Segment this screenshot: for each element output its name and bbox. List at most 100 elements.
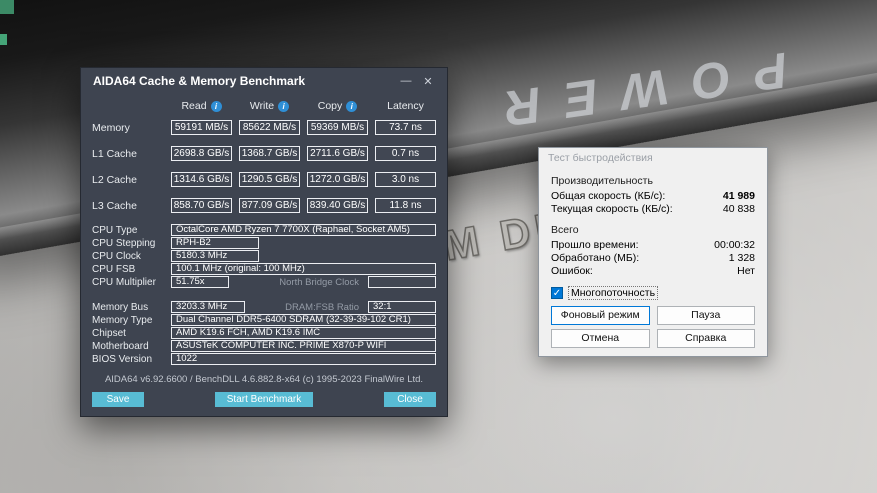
cpu-type-value: OctalCore AMD Ryzen 7 7700X (Raphael, So… xyxy=(171,224,436,236)
row-label: L2 Cache xyxy=(92,174,164,186)
info-row-motherboard: Motherboard ASUSTeK COMPUTER INC. PRIME … xyxy=(92,340,436,352)
cpu-clock-value: 5180.3 MHz xyxy=(171,250,259,262)
stat-label: Общая скорость (КБ/с): xyxy=(551,190,665,202)
checkbox-checked-icon[interactable]: ✓ xyxy=(551,287,563,299)
save-button[interactable]: Save xyxy=(92,392,144,407)
corner-accent-square-icon xyxy=(0,0,14,14)
info-row-chipset: Chipset AMD K19.6 FCH, AMD K19.6 IMC xyxy=(92,327,436,339)
benchmark-row-l2-cache: L2 Cache 1314.6 GB/s 1290.5 GB/s 1272.0 … xyxy=(92,172,436,187)
stat-row-elapsed-time: Прошло времени: 00:00:32 xyxy=(551,239,755,251)
row-label: L1 Cache xyxy=(92,148,164,160)
edge-accent-square-icon xyxy=(0,34,7,45)
close-icon[interactable]: ✕ xyxy=(417,75,439,88)
stat-label: Обработано (МБ): xyxy=(551,252,639,264)
total-section-header: Всего xyxy=(551,224,755,236)
aida64-version-footer: AIDA64 v6.92.6600 / BenchDLL 4.6.882.8-x… xyxy=(92,374,436,385)
info-label: CPU Multiplier xyxy=(92,277,164,288)
speed-test-button-grid: Фоновый режим Пауза Отмена Справка xyxy=(551,306,755,348)
benchmark-row-l1-cache: L1 Cache 2698.8 GB/s 1368.7 GB/s 2711.6 … xyxy=(92,146,436,161)
stat-label: Текущая скорость (КБ/с): xyxy=(551,203,673,215)
motherboard-value: ASUSTeK COMPUTER INC. PRIME X870-P WIFI xyxy=(171,340,436,352)
info-label: Chipset xyxy=(92,328,164,339)
l2-read-value: 1314.6 GB/s xyxy=(171,172,232,187)
north-bridge-clock-value xyxy=(368,276,436,288)
info-label: CPU FSB xyxy=(92,264,164,275)
benchmark-header-row: Readi Writei Copyi Latency xyxy=(92,100,436,112)
desktop: POWER M DDR5 AIDA64 Cache & Memory Bench… xyxy=(0,0,877,493)
help-button[interactable]: Справка xyxy=(657,329,756,348)
info-row-cpu-clock: CPU Clock 5180.3 MHz xyxy=(92,250,436,262)
memory-latency-value: 73.7 ns xyxy=(375,120,436,135)
l1-copy-value: 2711.6 GB/s xyxy=(307,146,368,161)
column-read-label: Read xyxy=(181,100,206,112)
l1-write-value: 1368.7 GB/s xyxy=(239,146,300,161)
memory-write-value: 85622 MB/s xyxy=(239,120,300,135)
cancel-button[interactable]: Отмена xyxy=(551,329,650,348)
speed-test-window-title: Тест быстродействия xyxy=(548,152,653,164)
memory-bus-value: 3203.3 MHz xyxy=(171,301,245,313)
memory-read-value: 59191 MB/s xyxy=(171,120,232,135)
stat-label: Прошло времени: xyxy=(551,239,639,251)
info-row-bios-version: BIOS Version 1022 xyxy=(92,353,436,365)
dram-fsb-ratio-value: 32:1 xyxy=(368,301,436,313)
memory-copy-value: 59369 MB/s xyxy=(307,120,368,135)
current-speed-value: 40 838 xyxy=(723,203,755,215)
cpu-fsb-value: 100.1 MHz (original: 100 MHz) xyxy=(171,263,436,275)
performance-section-header: Производительность xyxy=(551,175,755,187)
info-label: Memory Type xyxy=(92,315,164,326)
info-label: CPU Stepping xyxy=(92,238,164,249)
info-row-cpu-fsb: CPU FSB 100.1 MHz (original: 100 MHz) xyxy=(92,263,436,275)
l3-write-value: 877.09 GB/s xyxy=(239,198,300,213)
info-row-cpu-stepping: CPU Stepping RPH-B2 xyxy=(92,237,436,249)
background-mode-button[interactable]: Фоновый режим xyxy=(551,306,650,325)
cpu-stepping-value: RPH-B2 xyxy=(171,237,259,249)
close-button[interactable]: Close xyxy=(384,392,436,407)
l2-write-value: 1290.5 GB/s xyxy=(239,172,300,187)
l1-read-value: 2698.8 GB/s xyxy=(171,146,232,161)
info-label: Motherboard xyxy=(92,341,164,352)
processed-mb-value: 1 328 xyxy=(729,252,755,264)
column-latency-label: Latency xyxy=(387,100,424,112)
copy-info-icon[interactable]: i xyxy=(346,101,357,112)
aida64-window-title: AIDA64 Cache & Memory Benchmark xyxy=(93,74,395,88)
column-copy-label: Copy xyxy=(318,100,343,112)
total-speed-value: 41 989 xyxy=(723,190,755,202)
row-label: L3 Cache xyxy=(92,200,164,212)
aida64-titlebar[interactable]: AIDA64 Cache & Memory Benchmark — ✕ xyxy=(81,68,447,94)
multithreading-checkbox-row[interactable]: ✓ Многопоточность xyxy=(551,286,755,300)
stat-label: Ошибок: xyxy=(551,265,593,277)
stat-row-total-speed: Общая скорость (КБ/с): 41 989 xyxy=(551,190,755,202)
speed-test-window: Тест быстродействия Производительность О… xyxy=(538,147,768,357)
info-row-cpu-type: CPU Type OctalCore AMD Ryzen 7 7700X (Ra… xyxy=(92,224,436,236)
l2-latency-value: 3.0 ns xyxy=(375,172,436,187)
north-bridge-clock-label: North Bridge Clock xyxy=(236,277,361,288)
start-benchmark-button[interactable]: Start Benchmark xyxy=(215,392,313,407)
read-info-icon[interactable]: i xyxy=(211,101,222,112)
speed-test-titlebar[interactable]: Тест быстродействия xyxy=(539,148,767,168)
l3-latency-value: 11.8 ns xyxy=(375,198,436,213)
bios-version-value: 1022 xyxy=(171,353,436,365)
stat-row-current-speed: Текущая скорость (КБ/с): 40 838 xyxy=(551,203,755,215)
info-label: CPU Type xyxy=(92,225,164,236)
aida64-benchmark-window: AIDA64 Cache & Memory Benchmark — ✕ Read… xyxy=(80,67,448,417)
elapsed-time-value: 00:00:32 xyxy=(714,239,755,251)
pause-button[interactable]: Пауза xyxy=(657,306,756,325)
info-label: Memory Bus xyxy=(92,302,164,313)
stat-row-processed-mb: Обработано (МБ): 1 328 xyxy=(551,252,755,264)
info-label: CPU Clock xyxy=(92,251,164,262)
l3-copy-value: 839.40 GB/s xyxy=(307,198,368,213)
minimize-icon[interactable]: — xyxy=(395,75,417,87)
stat-row-errors: Ошибок: Нет xyxy=(551,265,755,277)
info-row-memory-bus: Memory Bus 3203.3 MHz DRAM:FSB Ratio 32:… xyxy=(92,301,436,313)
info-row-cpu-multiplier: CPU Multiplier 51.75x North Bridge Clock xyxy=(92,276,436,288)
multithreading-label[interactable]: Многопоточность xyxy=(568,286,658,300)
row-label: Memory xyxy=(92,122,164,134)
l1-latency-value: 0.7 ns xyxy=(375,146,436,161)
memory-type-value: Dual Channel DDR5-6400 SDRAM (32-39-39-1… xyxy=(171,314,436,326)
benchmark-row-l3-cache: L3 Cache 858.70 GB/s 877.09 GB/s 839.40 … xyxy=(92,198,436,213)
column-write-label: Write xyxy=(250,100,274,112)
write-info-icon[interactable]: i xyxy=(278,101,289,112)
benchmark-row-memory: Memory 59191 MB/s 85622 MB/s 59369 MB/s … xyxy=(92,120,436,135)
cpu-multiplier-value: 51.75x xyxy=(171,276,229,288)
aida64-button-bar: Save Start Benchmark Close xyxy=(92,392,436,407)
